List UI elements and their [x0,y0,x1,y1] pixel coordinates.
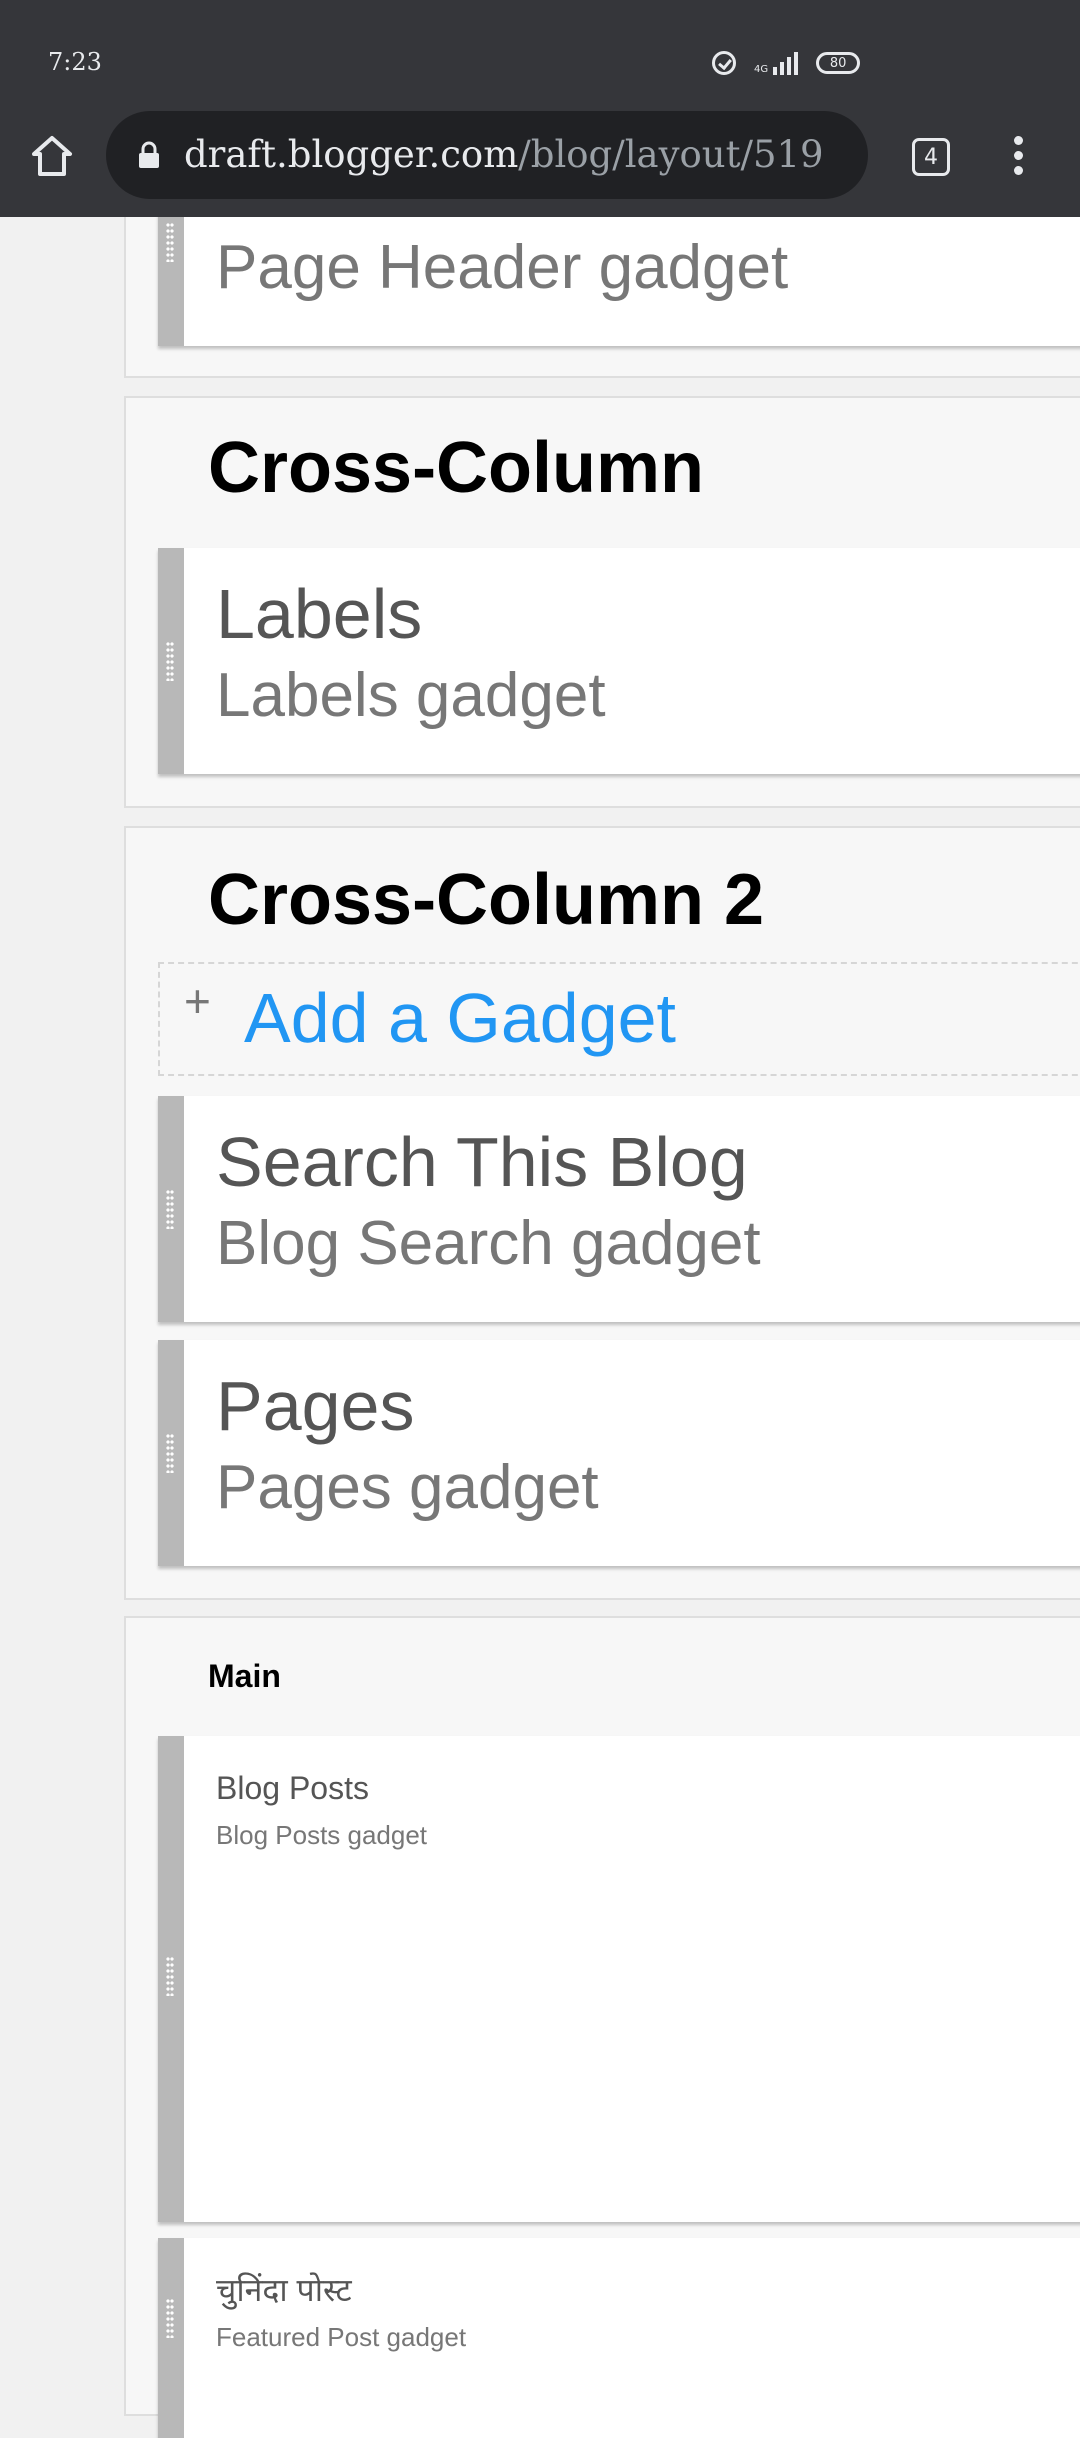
grip-icon [166,1433,174,1473]
tab-switcher-icon[interactable]: 4 [912,138,950,176]
battery-level: 80 [829,55,847,71]
more-vert-icon[interactable] [1008,136,1028,180]
home-icon[interactable] [30,134,74,178]
grip-icon [166,2298,174,2338]
widget-subtitle: Pages gadget [216,1453,599,1522]
search-widget[interactable]: Search This Blog Blog Search gadget [158,1096,1080,1322]
section-title: Cross-Column 2 [208,860,765,940]
drag-handle[interactable] [158,2238,184,2438]
grip-icon [166,1189,174,1229]
cross-column-section: Cross-Column Labels Labels gadget [124,396,1080,808]
widget-title: Pages [216,1367,415,1445]
widget-subtitle: Featured Post gadget [216,2322,467,2352]
url-text[interactable]: draft.blogger.com/blog/layout/519 [184,131,824,179]
signal-icon: 4G [754,51,799,75]
url-path: /blog/layout/519 [518,133,824,176]
add-gadget-button[interactable]: + Add a Gadget [158,962,1080,1076]
status-icons: 4G 80 [712,48,861,78]
widget-subtitle: Page Header gadget [216,233,789,302]
cross-column-2-section: Cross-Column 2 + Add a Gadget Search Thi… [124,826,1080,1600]
widget-title: Search This Blog [216,1123,748,1201]
widget-title: Blog Posts [216,1770,369,1806]
status-time: 7:23 [48,48,102,76]
url-host: draft.blogger.com [184,133,519,176]
grip-icon [166,1956,174,1996]
blog-posts-widget[interactable]: Blog Posts Blog Posts gadget [158,1736,1080,2222]
widget-subtitle: Blog Posts gadget [216,1820,428,1850]
section-title: Cross-Column [208,428,705,508]
main-section: Main Blog Posts Blog Posts gadget चुनिंद… [124,1616,1080,2438]
lock-icon [139,141,159,168]
featured-post-widget[interactable]: चुनिंदा पोस्ट Featured Post gadget [158,2238,1080,2438]
plus-icon: + [184,975,211,1027]
drag-handle[interactable] [158,1736,184,2222]
widget-title: चुनिंदा पोस्ट [216,2272,352,2308]
browser-chrome: 7:23 4G 80 draft.blogger.com/blog/layout… [0,0,1080,217]
widget-subtitle: Labels gadget [216,661,606,730]
pages-widget[interactable]: Pages Pages gadget [158,1340,1080,1566]
section-title: Main [208,1658,281,1694]
drag-handle[interactable] [158,1096,184,1322]
add-gadget-label: Add a Gadget [244,979,676,1057]
labels-widget[interactable]: Labels Labels gadget [158,548,1080,774]
drag-handle[interactable] [158,1340,184,1566]
grip-icon [166,641,174,681]
widget-subtitle: Blog Search gadget [216,1209,761,1278]
widget-title: Labels [216,575,423,653]
check-circle-icon [712,51,736,75]
network-type-label: 4G [754,64,769,75]
battery-icon: 80 [816,52,861,74]
drag-handle[interactable] [158,548,184,774]
url-bar[interactable]: draft.blogger.com/blog/layout/519 [106,111,868,199]
tab-count: 4 [924,144,938,170]
grip-icon [166,222,174,262]
